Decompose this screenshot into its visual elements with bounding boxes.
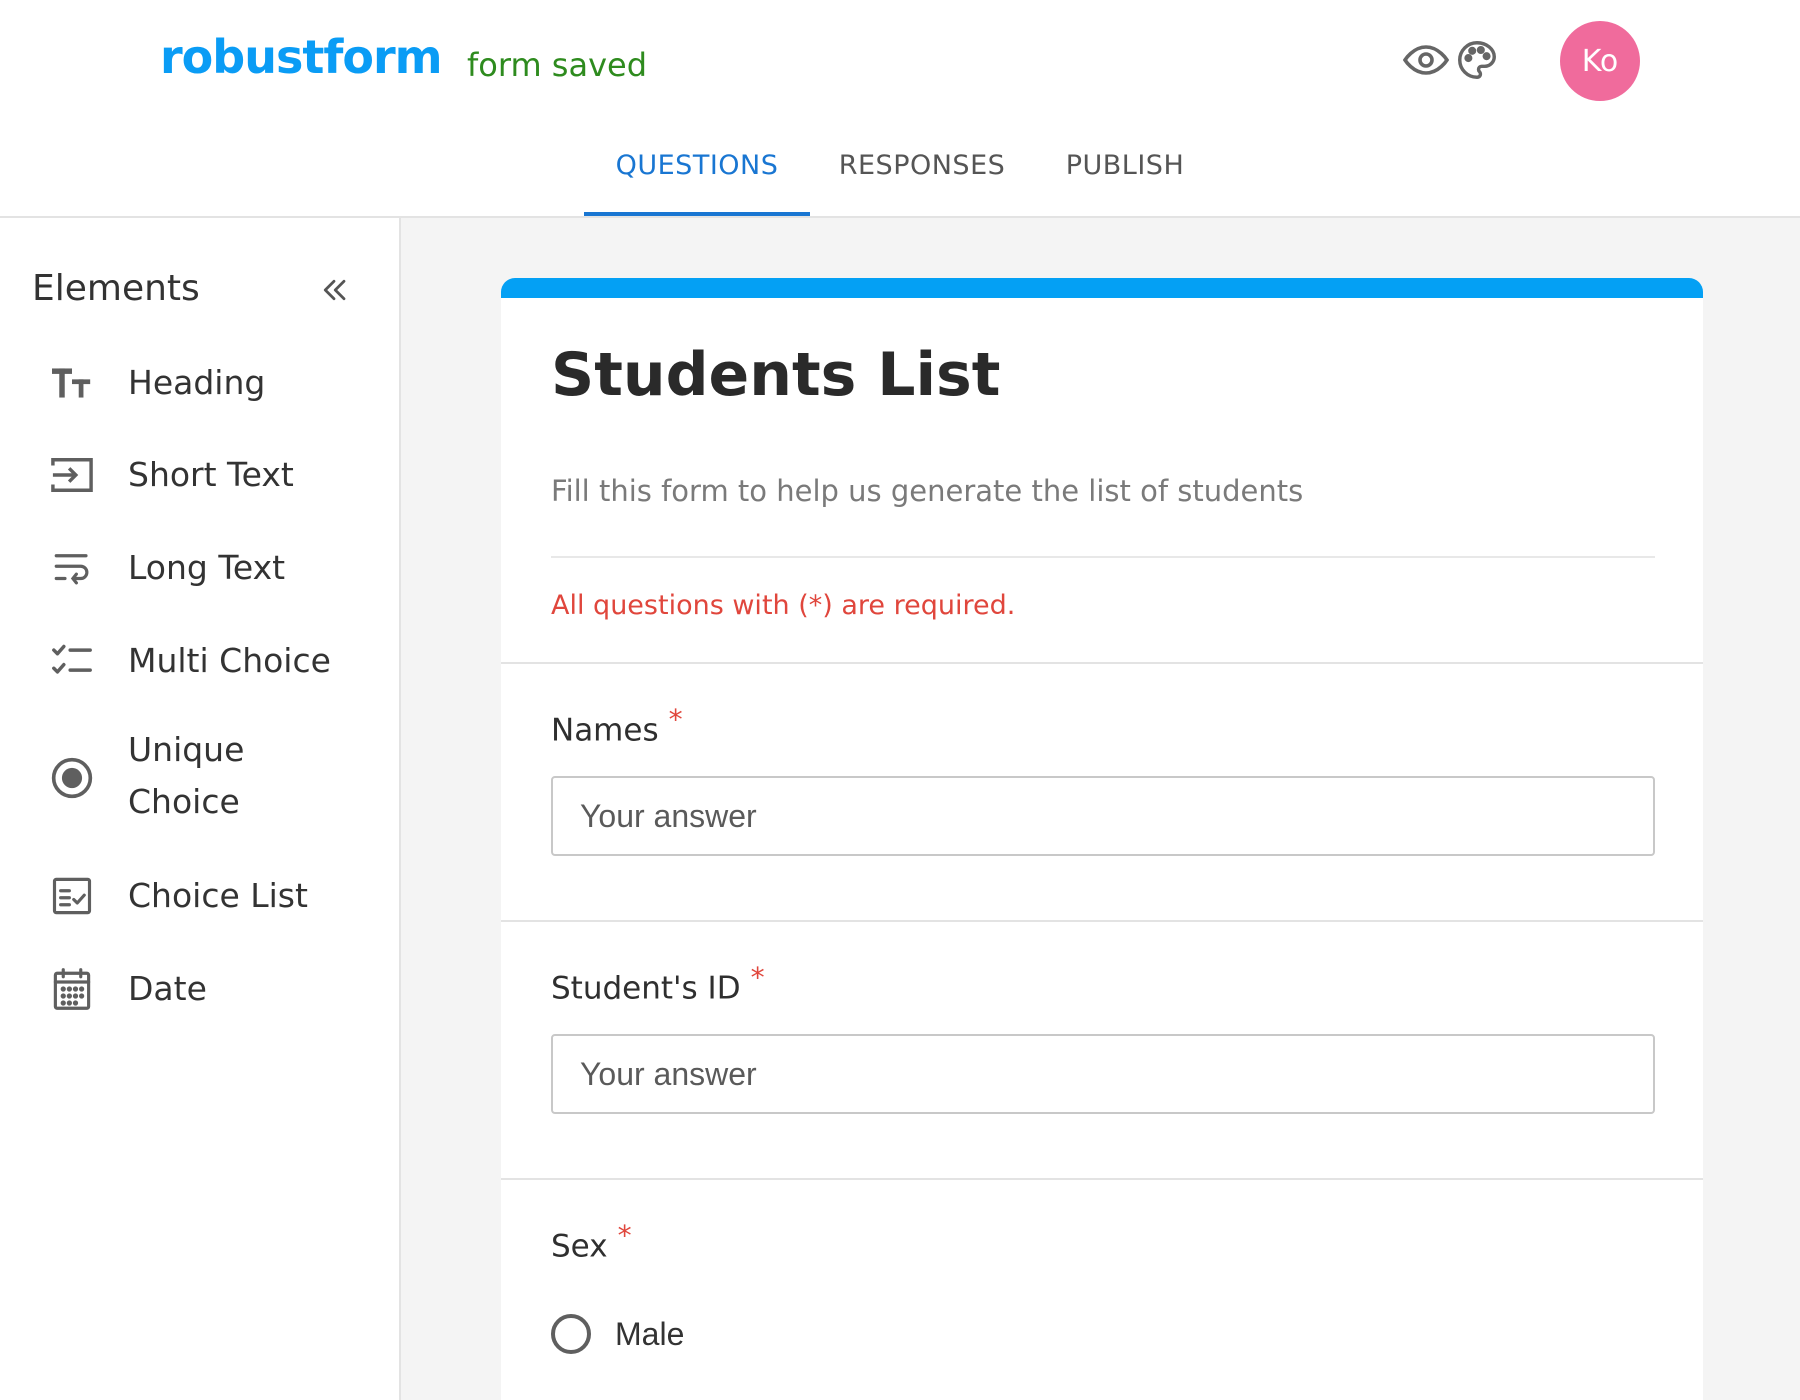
element-short-text[interactable]: Short Text: [0, 440, 400, 510]
form-card: Students List Fill this form to help us …: [501, 278, 1703, 1400]
divider: [551, 556, 1655, 558]
question-separator: [501, 1178, 1703, 1180]
user-avatar[interactable]: Ko: [1560, 21, 1640, 101]
element-multi-choice[interactable]: Multi Choice: [0, 626, 400, 696]
radio-option-label: Male: [615, 1315, 685, 1352]
question-label: Names *: [551, 703, 683, 748]
elements-sidebar: Elements Heading Short Text Long Text Mu…: [0, 218, 401, 1400]
required-asterisk: *: [668, 703, 683, 736]
tab-questions[interactable]: QUESTIONS: [584, 140, 810, 216]
required-asterisk: *: [750, 961, 765, 994]
tab-publish[interactable]: PUBLISH: [1050, 140, 1200, 216]
question-separator: [501, 920, 1703, 922]
student-id-answer-input[interactable]: [551, 1034, 1655, 1114]
question-title: Student's ID: [551, 970, 741, 1007]
required-asterisk: *: [617, 1219, 632, 1252]
element-date[interactable]: Date: [0, 954, 400, 1024]
names-answer-input[interactable]: [551, 776, 1655, 856]
question-label: Student's ID *: [551, 961, 765, 1006]
required-note: All questions with (*) are required.: [551, 590, 1016, 621]
form-tabs: QUESTIONS RESPONSES PUBLISH: [0, 140, 1800, 216]
double-chevron-left-icon[interactable]: [312, 270, 356, 310]
element-heading[interactable]: Heading: [0, 348, 400, 418]
calendar-icon: [48, 965, 96, 1013]
element-unique-choice[interactable]: Unique Choice: [0, 718, 400, 838]
element-label: Multi Choice: [128, 641, 331, 680]
element-label: Heading: [128, 363, 266, 402]
form-title[interactable]: Students List: [551, 340, 1000, 410]
question-title: Sex: [551, 1228, 608, 1265]
element-label: Date: [128, 969, 207, 1008]
radio-circle-icon[interactable]: [551, 1314, 591, 1354]
eye-icon[interactable]: [1402, 36, 1450, 84]
text-wrap-icon: [48, 544, 96, 592]
checklist-icon: [48, 637, 96, 685]
element-label: Short Text: [128, 455, 294, 494]
save-status: form saved: [467, 46, 647, 84]
text-size-icon: [48, 359, 96, 407]
form-editor-area: Students List Fill this form to help us …: [401, 218, 1800, 1400]
input-arrow-icon: [48, 451, 96, 499]
app-header: robustform form saved Ko QUESTIONS RESPO…: [0, 0, 1800, 218]
app-logo[interactable]: robustform: [160, 30, 443, 84]
element-label: Unique Choice: [128, 730, 245, 821]
sidebar-title: Elements: [32, 268, 200, 309]
palette-icon[interactable]: [1453, 36, 1501, 84]
form-accent-bar: [501, 278, 1703, 298]
element-choice-list[interactable]: Choice List: [0, 861, 400, 931]
element-label: Long Text: [128, 548, 286, 587]
tab-responses[interactable]: RESPONSES: [822, 140, 1022, 216]
question-title: Names: [551, 712, 659, 749]
question-separator: [501, 662, 1703, 664]
element-label: Choice List: [128, 876, 308, 915]
form-description[interactable]: Fill this form to help us generate the l…: [551, 474, 1303, 508]
radio-button-icon: [48, 754, 96, 802]
question-label: Sex *: [551, 1219, 632, 1264]
radio-option-male[interactable]: Male: [551, 1314, 684, 1354]
element-long-text[interactable]: Long Text: [0, 533, 400, 603]
list-check-icon: [48, 872, 96, 920]
